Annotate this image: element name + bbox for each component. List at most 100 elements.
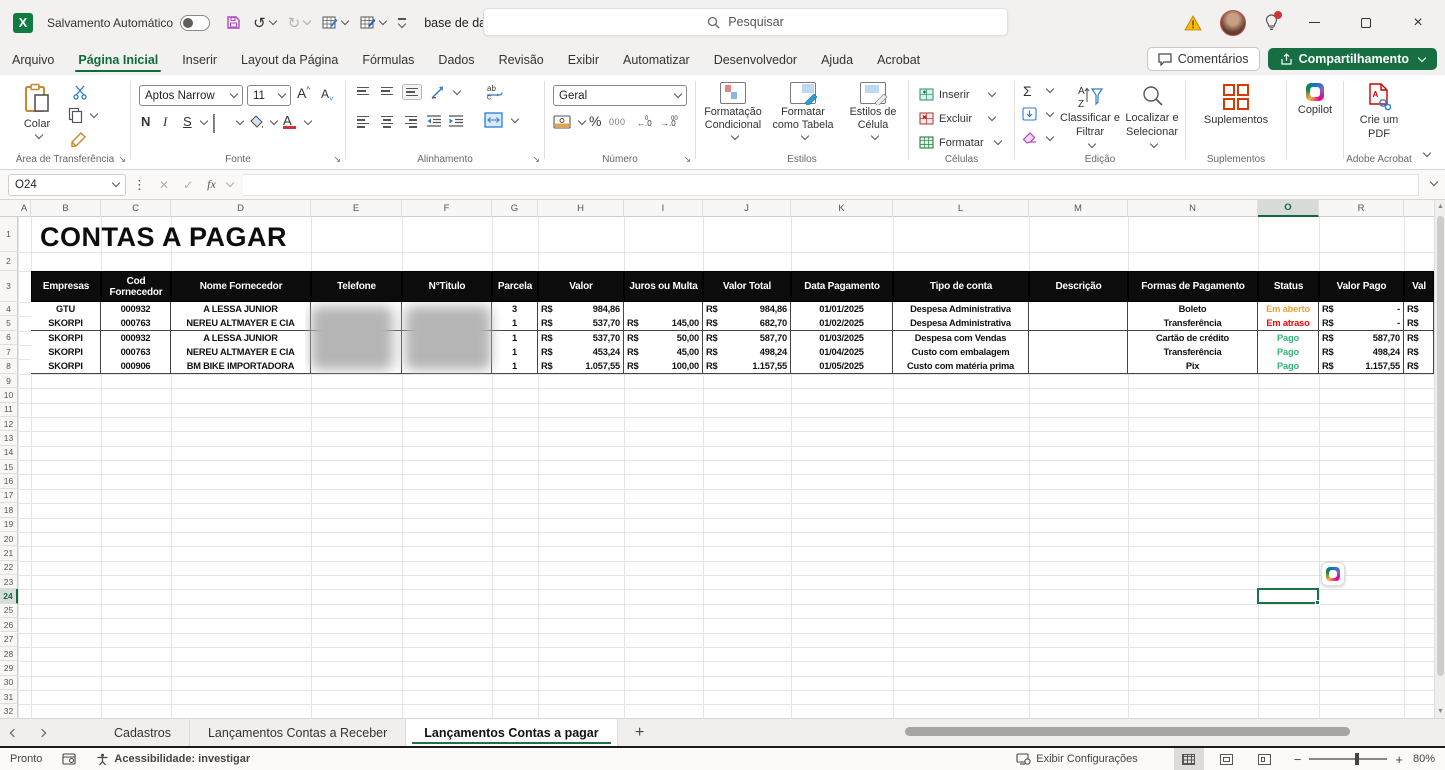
tab-formulas[interactable]: Fórmulas	[351, 48, 425, 72]
row-header-23[interactable]: 23	[0, 575, 18, 589]
tab-desenvolvedor[interactable]: Desenvolvedor	[703, 48, 808, 72]
cell-status-row6[interactable]: Pago	[1258, 331, 1319, 346]
row-header-5[interactable]: 5	[0, 316, 18, 330]
cell-data-pagamento-row4[interactable]: 01/01/2025	[791, 302, 893, 317]
row-header-26[interactable]: 26	[0, 618, 18, 632]
row-header-9[interactable]: 9	[0, 374, 18, 388]
align-bottom-icon[interactable]	[402, 84, 422, 100]
create-pdf-button[interactable]: A Crie um PDF	[1352, 83, 1406, 142]
tab-revisao[interactable]: Revisão	[488, 48, 555, 72]
cell-empresa-row5[interactable]: SKORPI	[31, 316, 101, 331]
vertical-scrollbar[interactable]: ▲ ▼	[1434, 200, 1445, 718]
row-header-14[interactable]: 14	[0, 446, 18, 460]
column-header-I[interactable]: I	[624, 200, 703, 217]
row-header-20[interactable]: 20	[0, 532, 18, 546]
table-header-valor-pago[interactable]: Valor Pago	[1319, 271, 1404, 302]
row-header-15[interactable]: 15	[0, 460, 18, 474]
cell-descricao-row7[interactable]	[1029, 345, 1128, 360]
table-header-telefone[interactable]: Telefone	[311, 271, 402, 302]
font-dialog-launcher[interactable]: ↘	[333, 154, 341, 165]
cell-descricao-row4[interactable]	[1029, 302, 1128, 317]
merge-center-icon[interactable]	[484, 112, 503, 128]
cell-valor-row5[interactable]: R$537,70	[538, 316, 624, 331]
cell-empresa-row7[interactable]: SKORPI	[31, 345, 101, 360]
tab-pagina-inicial[interactable]: Página Inicial	[67, 48, 169, 72]
column-header-C[interactable]: C	[101, 200, 171, 217]
row-header-10[interactable]: 10	[0, 388, 18, 402]
name-box-options-icon[interactable]: ⋮	[126, 177, 152, 193]
cell-valor-row6[interactable]: R$537,70	[538, 331, 624, 346]
confirm-entry-icon[interactable]: ✓	[176, 178, 200, 192]
font-size-select[interactable]: 11	[247, 85, 291, 106]
row-header-29[interactable]: 29	[0, 661, 18, 675]
cell-tipo-conta-row4[interactable]: Despesa Administrativa	[893, 302, 1029, 317]
cell-cod-row6[interactable]: 000932	[101, 331, 171, 346]
cell-valor-pago-row8[interactable]: R$1.157,55	[1319, 359, 1404, 374]
cell-juros-row6[interactable]: R$50,00	[624, 331, 703, 346]
cell-valor-pago-row4[interactable]: R$-	[1319, 302, 1404, 317]
cell-fornecedor-row7[interactable]: NEREU ALTMAYER E CIA	[171, 345, 311, 360]
tab-dados[interactable]: Dados	[427, 48, 485, 72]
format-as-table-button[interactable]: Formatar como Tabela	[770, 82, 836, 139]
table-header-juros-ou-multa[interactable]: Juros ou Multa	[624, 271, 703, 302]
cell-fornecedor-row8[interactable]: BM BIKE IMPORTADORA	[171, 359, 311, 374]
cell-valor-pago-row7[interactable]: R$498,24	[1319, 345, 1404, 360]
cell-descricao-row8[interactable]	[1029, 359, 1128, 374]
format-cells-button[interactable]: Formatar	[919, 132, 1001, 153]
grow-font-icon[interactable]: A^	[297, 85, 310, 101]
cell-valor-total-row8[interactable]: R$1.157,55	[703, 359, 791, 374]
tab-automatizar[interactable]: Automatizar	[612, 48, 701, 72]
row-header-11[interactable]: 11	[0, 403, 18, 417]
excel-logo-icon[interactable]: X	[13, 13, 33, 33]
cell-fornecedor-row6[interactable]: A LESSA JUNIOR	[171, 331, 311, 346]
cell-cod-row7[interactable]: 000763	[101, 345, 171, 360]
column-header-A[interactable]: A	[18, 200, 31, 217]
row-header-6[interactable]: 6	[0, 331, 18, 345]
row-header-24[interactable]: 24	[0, 589, 18, 603]
font-name-select[interactable]: Aptos Narrow	[139, 85, 243, 106]
table-header-formas-de-pagamento[interactable]: Formas de Pagamento	[1128, 271, 1258, 302]
tab-layout-da-pagina[interactable]: Layout da Página	[230, 48, 349, 72]
name-box[interactable]: O24	[8, 174, 126, 196]
sheet-next-icon[interactable]	[28, 719, 56, 746]
row-header-2[interactable]: 2	[0, 252, 18, 271]
tab-ajuda[interactable]: Ajuda	[810, 48, 864, 72]
sort-filter-button[interactable]: AZ Classificar e Filtrar	[1059, 83, 1121, 147]
row-header-17[interactable]: 17	[0, 489, 18, 503]
cell-data-pagamento-row8[interactable]: 01/05/2025	[791, 359, 893, 374]
horizontal-scroll-thumb[interactable]	[905, 727, 1350, 736]
cell-data-pagamento-row5[interactable]: 01/02/2025	[791, 316, 893, 331]
cancel-entry-icon[interactable]: ✕	[152, 178, 176, 192]
cell-cod-row4[interactable]: 000932	[101, 302, 171, 317]
addins-button[interactable]: Suplementos	[1200, 83, 1272, 128]
cell-valor-row4[interactable]: R$984,86	[538, 302, 624, 317]
decrease-decimal-icon[interactable]: →.000	[661, 114, 679, 129]
row-header-3[interactable]: 3	[0, 271, 18, 302]
restore-button[interactable]	[1349, 8, 1383, 38]
table-header-valor[interactable]: Valor	[538, 271, 624, 302]
sheet-tab-cadastros[interactable]: Cadastros	[96, 719, 190, 746]
table-header-status[interactable]: Status	[1258, 271, 1319, 302]
table-header-valor-total[interactable]: Valor Total	[703, 271, 791, 302]
close-button[interactable]: ×	[1401, 8, 1435, 38]
row-header-30[interactable]: 30	[0, 676, 18, 690]
cell-valor-pago-row5[interactable]: R$-	[1319, 316, 1404, 331]
redo-icon[interactable]: ↻	[284, 11, 315, 35]
table-header-tipo-de-conta[interactable]: Tipo de conta	[893, 271, 1029, 302]
row-header-8[interactable]: 8	[0, 359, 18, 373]
row-header-4[interactable]: 4	[0, 302, 18, 316]
row-header-22[interactable]: 22	[0, 561, 18, 575]
column-header-N[interactable]: N	[1128, 200, 1258, 217]
insert-function-icon[interactable]: fx	[200, 177, 223, 192]
vertical-scroll-thumb[interactable]	[1437, 216, 1444, 676]
table-style-quick-icon[interactable]	[318, 12, 352, 33]
font-color-icon[interactable]: A	[283, 113, 296, 129]
comments-button[interactable]: Comentários	[1147, 47, 1260, 71]
scroll-down-icon[interactable]: ▼	[1435, 705, 1445, 718]
cell-forma-pagamento-row6[interactable]: Cartão de crédito	[1128, 331, 1258, 346]
cell-empresa-row6[interactable]: SKORPI	[31, 331, 101, 346]
increase-indent-icon[interactable]	[448, 114, 464, 128]
underline-dropdown[interactable]	[200, 117, 208, 125]
zoom-slider[interactable]	[1309, 758, 1387, 760]
display-settings-button[interactable]: Exibir Configurações	[1006, 748, 1148, 770]
